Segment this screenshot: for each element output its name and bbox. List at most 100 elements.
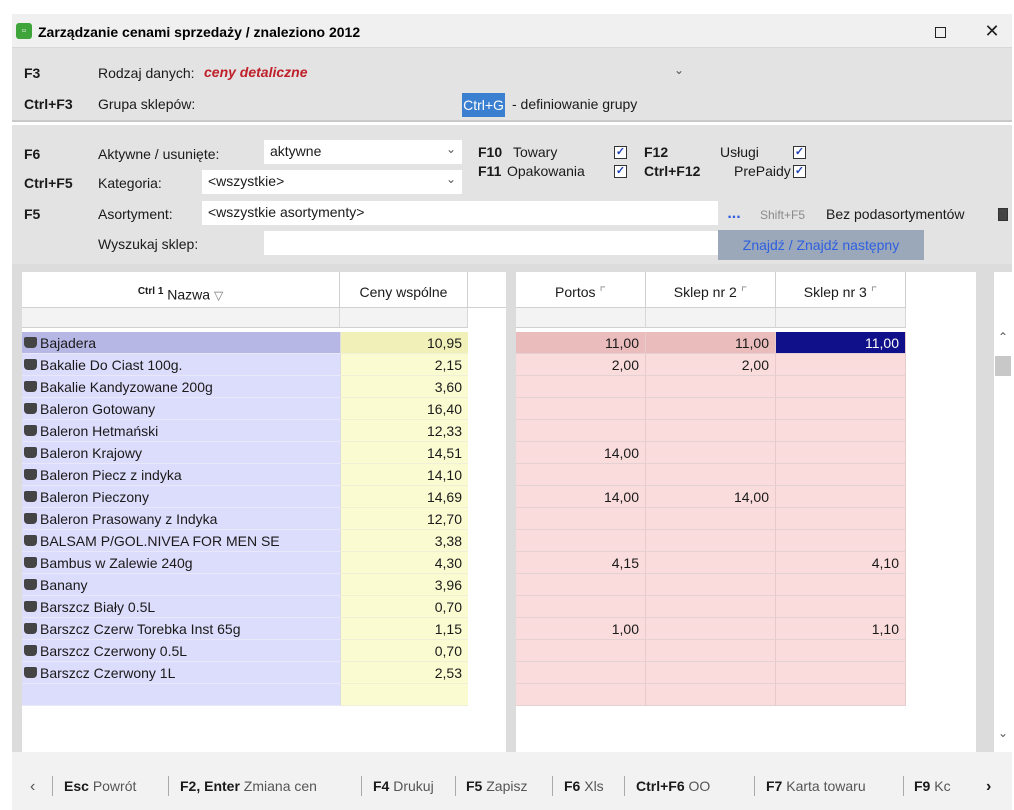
vertical-scrollbar[interactable]: ⌃ ⌄ (994, 272, 1012, 752)
column-header-name[interactable]: Ctrl 1 Nazwa ▽ (22, 272, 340, 308)
store-1-price-cell[interactable]: 11,00 (516, 332, 646, 354)
store-2-price-cell[interactable] (646, 508, 776, 530)
prepaid-checkbox[interactable]: ✓ (793, 165, 806, 178)
common-price-cell[interactable]: 14,51 (340, 442, 468, 464)
store-2-price-cell[interactable] (646, 618, 776, 640)
store-3-price-cell[interactable] (776, 486, 906, 508)
common-price-cell[interactable] (340, 684, 468, 706)
assortment-field[interactable]: <wszystkie asortymenty> (202, 201, 718, 225)
common-price-cell[interactable]: 2,53 (340, 662, 468, 684)
store-1-price-cell[interactable] (516, 420, 646, 442)
common-price-cell[interactable]: 2,15 (340, 354, 468, 376)
common-price-cell[interactable]: 12,70 (340, 508, 468, 530)
close-button[interactable]: ✕ (972, 15, 1012, 47)
product-name-cell[interactable]: Bakalie Kandyzowane 200g (22, 376, 340, 398)
product-name-cell[interactable]: BALSAM P/GOL.NIVEA FOR MEN SE (22, 530, 340, 552)
name-filter-row[interactable] (22, 308, 340, 328)
common-price-cell[interactable]: 0,70 (340, 640, 468, 662)
category-select[interactable]: <wszystkie> ⌄ (202, 170, 462, 194)
store-1-price-cell[interactable] (516, 508, 646, 530)
store-3-price-cell[interactable]: 11,00 (776, 332, 906, 354)
status-f2[interactable]: F2, Enter Zmiana cen (180, 778, 317, 794)
common-price-cell[interactable]: 14,10 (340, 464, 468, 486)
column-header-store-3[interactable]: Sklep nr 3 ⌜ (776, 272, 906, 308)
products-grid[interactable]: Ctrl 1 Nazwa ▽ Ceny wspólne Bajadera 10,9… (22, 272, 506, 752)
more-button[interactable]: ... (720, 203, 748, 227)
common-price-cell[interactable]: 4,30 (340, 552, 468, 574)
store-1-price-cell[interactable]: 14,00 (516, 442, 646, 464)
services-checkbox[interactable]: ✓ (793, 146, 806, 159)
store-1-price-cell[interactable]: 4,15 (516, 552, 646, 574)
store-1-filter-row[interactable] (516, 308, 646, 328)
product-name-cell[interactable]: Bambus w Zalewie 240g (22, 552, 340, 574)
store-3-price-cell[interactable] (776, 464, 906, 486)
common-price-cell[interactable]: 12,33 (340, 420, 468, 442)
common-price-cell[interactable]: 0,70 (340, 596, 468, 618)
scroll-right-icon[interactable]: › (986, 778, 991, 796)
store-1-price-cell[interactable] (516, 530, 646, 552)
store-3-filter-row[interactable] (776, 308, 906, 328)
common-price-cell[interactable]: 3,38 (340, 530, 468, 552)
common-price-cell[interactable]: 3,60 (340, 376, 468, 398)
store-2-price-cell[interactable] (646, 398, 776, 420)
product-name-cell[interactable]: Banany (22, 574, 340, 596)
common-price-cell[interactable]: 1,15 (340, 618, 468, 640)
common-price-cell[interactable]: 14,69 (340, 486, 468, 508)
product-name-cell[interactable]: Barszcz Czerwony 1L (22, 662, 340, 684)
chevron-down-icon[interactable]: ⌄ (994, 726, 1012, 740)
store-2-price-cell[interactable] (646, 574, 776, 596)
packaging-checkbox[interactable]: ✓ (614, 165, 627, 178)
store-1-price-cell[interactable] (516, 574, 646, 596)
store-2-price-cell[interactable] (646, 530, 776, 552)
store-2-price-cell[interactable]: 2,00 (646, 354, 776, 376)
product-name-cell[interactable]: Baleron Prasowany z Indyka (22, 508, 340, 530)
store-2-price-cell[interactable]: 14,00 (646, 486, 776, 508)
define-group-button[interactable]: Ctrl+G (462, 93, 505, 117)
store-3-price-cell[interactable]: 4,10 (776, 552, 906, 574)
store-2-price-cell[interactable] (646, 464, 776, 486)
scroll-left-icon[interactable]: ‹ (30, 778, 35, 796)
maximize-button[interactable] (920, 15, 960, 47)
store-1-price-cell[interactable] (516, 596, 646, 618)
store-3-price-cell[interactable] (776, 640, 906, 662)
store-1-price-cell[interactable] (516, 464, 646, 486)
store-1-price-cell[interactable] (516, 398, 646, 420)
column-header-store-2[interactable]: Sklep nr 2 ⌜ (646, 272, 776, 308)
product-name-cell[interactable] (22, 684, 340, 706)
store-3-price-cell[interactable]: 1,10 (776, 618, 906, 640)
store-3-price-cell[interactable] (776, 420, 906, 442)
store-1-price-cell[interactable]: 2,00 (516, 354, 646, 376)
status-ctrl-f6[interactable]: Ctrl+F6 OO (636, 778, 710, 794)
product-name-cell[interactable]: Barszcz Czerw Torebka Inst 65g (22, 618, 340, 640)
column-header-store-1[interactable]: Portos ⌜ (516, 272, 646, 308)
product-name-cell[interactable]: Bakalie Do Ciast 100g. (22, 354, 340, 376)
store-prices-grid[interactable]: Portos ⌜ Sklep nr 2 ⌜ Sklep nr 3 ⌜ 11,00… (516, 272, 976, 752)
store-3-price-cell[interactable] (776, 574, 906, 596)
data-type-select[interactable]: ceny detaliczne ⌄ (202, 61, 690, 85)
column-header-common-price[interactable]: Ceny wspólne (340, 272, 468, 308)
no-subassortment-checkbox[interactable] (998, 208, 1008, 221)
product-name-cell[interactable]: Baleron Krajowy (22, 442, 340, 464)
store-2-price-cell[interactable]: 11,00 (646, 332, 776, 354)
chevron-up-icon[interactable]: ⌃ (994, 330, 1012, 344)
product-name-cell[interactable]: Baleron Gotowany (22, 398, 340, 420)
status-f7[interactable]: F7 Karta towaru (766, 778, 866, 794)
product-name-cell[interactable]: Barszcz Biały 0.5L (22, 596, 340, 618)
store-3-price-cell[interactable] (776, 596, 906, 618)
store-2-price-cell[interactable] (646, 376, 776, 398)
active-select[interactable]: aktywne ⌄ (264, 140, 462, 164)
common-price-cell[interactable]: 3,96 (340, 574, 468, 596)
store-3-price-cell[interactable] (776, 684, 906, 706)
store-1-price-cell[interactable]: 1,00 (516, 618, 646, 640)
store-3-price-cell[interactable] (776, 530, 906, 552)
store-3-price-cell[interactable] (776, 662, 906, 684)
store-2-filter-row[interactable] (646, 308, 776, 328)
store-2-price-cell[interactable] (646, 552, 776, 574)
find-next-button[interactable]: Znajdź / Znajdź następny (718, 230, 924, 260)
common-price-cell[interactable]: 16,40 (340, 398, 468, 420)
store-1-price-cell[interactable]: 14,00 (516, 486, 646, 508)
store-2-price-cell[interactable] (646, 442, 776, 464)
status-f5[interactable]: F5 Zapisz (466, 778, 527, 794)
status-esc[interactable]: Esc Powrót (64, 778, 136, 794)
product-name-cell[interactable]: Baleron Hetmański (22, 420, 340, 442)
